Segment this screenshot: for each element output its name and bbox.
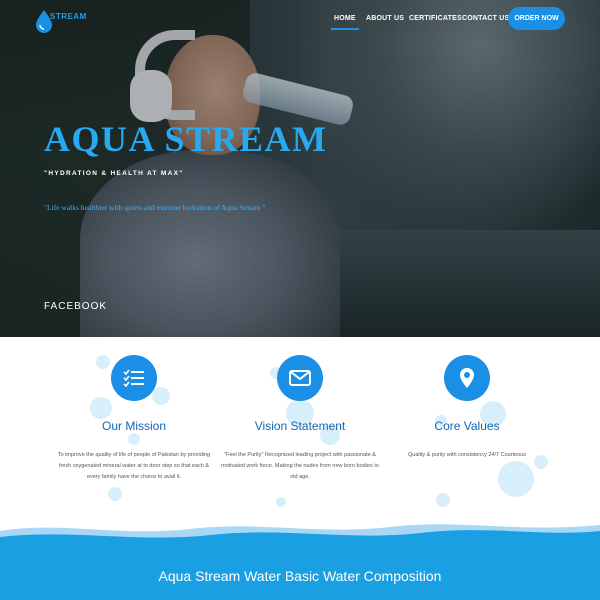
facebook-link[interactable]: FACEBOOK <box>44 301 107 312</box>
hero-subtitle: "HYDRATION & HEALTH AT MAX" <box>44 170 184 177</box>
map-marker-icon <box>460 368 474 388</box>
features-section: Our Mission To improve the quality of li… <box>0 337 600 537</box>
feature-icon-circle <box>111 355 157 401</box>
checklist-icon <box>123 369 144 387</box>
feature-text: To improve the quality of life of people… <box>57 452 211 480</box>
wave-divider <box>0 524 600 600</box>
hero-overlay <box>0 0 600 337</box>
hero-quote: "Life walks healthier with sports and ex… <box>44 203 266 212</box>
decor-bubble <box>276 497 286 507</box>
nav-home[interactable]: HOME <box>331 15 359 30</box>
composition-title: Aqua Stream Water Basic Water Compositio… <box>158 568 442 584</box>
nav-certificates[interactable]: CERTIFICATES <box>409 15 462 22</box>
feature-text: "Feel the Purity" Recognized leading pro… <box>221 452 379 480</box>
decor-bubble <box>108 487 122 501</box>
feature-icon-circle <box>277 355 323 401</box>
feature-title: Our Mission <box>101 419 166 433</box>
feature-text: Quality & purity with consistency 24/7 C… <box>407 452 526 458</box>
feature-vision: Vision Statement "Feel the Purity" Recog… <box>210 355 390 483</box>
feature-title: Core Values <box>434 419 500 433</box>
feature-mission: Our Mission To improve the quality of li… <box>44 355 224 483</box>
decor-bubble <box>498 461 534 497</box>
feature-core-values: Core Values Quality & purity with consis… <box>377 355 557 461</box>
nav-about-us[interactable]: ABOUT US <box>366 15 404 22</box>
feature-icon-circle <box>444 355 490 401</box>
nav-contact-us[interactable]: CONTACT US <box>462 15 509 22</box>
composition-section <box>0 515 600 600</box>
hero-title: AQUA STREAM <box>44 119 328 159</box>
hero-section: STREAM HOME ABOUT US CERTIFICATES CONTAC… <box>0 0 600 337</box>
feature-title: Vision Statement <box>254 419 346 433</box>
decor-bubble <box>436 493 450 507</box>
envelope-icon <box>289 370 311 386</box>
order-now-button[interactable]: ORDER NOW <box>508 7 565 30</box>
